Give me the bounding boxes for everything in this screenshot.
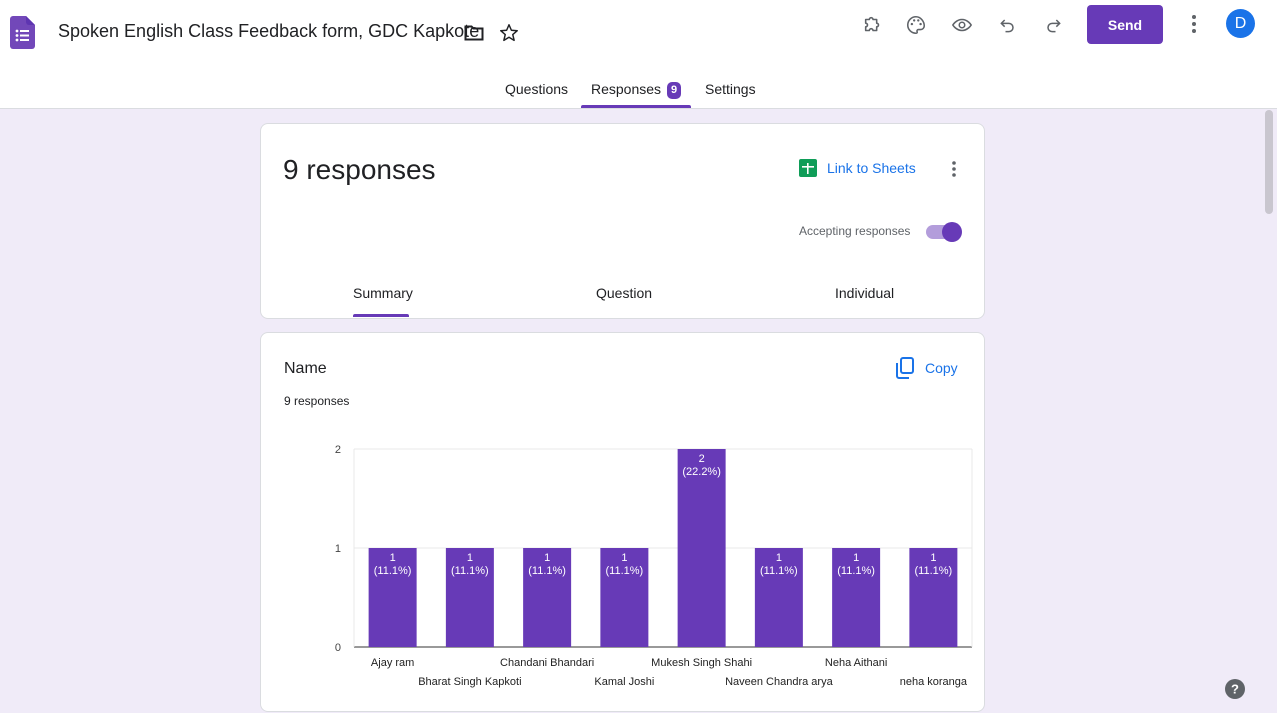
bar-value-label: 1: [467, 552, 473, 564]
x-category-label: Chandani Bhandari: [500, 657, 594, 669]
bar-value-label: 1: [621, 552, 627, 564]
svg-text:?: ?: [1231, 682, 1239, 697]
bar-percent-label: (22.2%): [682, 466, 721, 478]
tab-responses-label: Responses: [591, 81, 662, 97]
avatar[interactable]: D: [1226, 9, 1255, 38]
bar-value-label: 1: [853, 552, 859, 564]
accepting-responses-label: Accepting responses: [799, 224, 911, 238]
bar-percent-label: (11.1%): [760, 565, 798, 577]
bar-percent-label: (11.1%): [528, 565, 566, 577]
response-count: 9 responses: [283, 154, 436, 185]
bar-value-label: 1: [776, 552, 782, 564]
y-tick-label: 1: [335, 543, 341, 555]
x-category-label: Bharat Singh Kapkoti: [418, 676, 521, 688]
folder-icon[interactable]: [463, 22, 485, 44]
bar-percent-label: (11.1%): [606, 565, 644, 577]
chart-bar: [677, 449, 726, 647]
responses-count-badge: 9: [667, 82, 682, 99]
undo-icon[interactable]: [996, 12, 1020, 38]
subtab-question[interactable]: Question: [596, 285, 652, 301]
link-to-sheets-button[interactable]: Link to Sheets: [799, 159, 916, 177]
forms-logo-icon[interactable]: [10, 16, 35, 49]
x-category-label: Kamal Joshi: [594, 676, 654, 688]
scrollbar[interactable]: [1265, 110, 1273, 214]
addon-puzzle-icon[interactable]: [860, 12, 886, 38]
tab-responses[interactable]: Responses 9: [591, 81, 682, 99]
bar-value-label: 1: [930, 552, 936, 564]
link-to-sheets-label: Link to Sheets: [827, 160, 916, 176]
x-category-label: Ajay ram: [371, 657, 414, 669]
bar-percent-label: (11.1%): [915, 565, 953, 577]
bar-value-label: 1: [390, 552, 396, 564]
question-summary-card: Name 9 responses Copy 0 1 2 1 (11.1%) Ajay ra…: [260, 332, 985, 712]
redo-icon[interactable]: [1041, 12, 1065, 38]
bar-value-label: 1: [544, 552, 550, 564]
tab-questions[interactable]: Questions: [505, 81, 568, 97]
responses-summary-card: 9 responses Link to Sheets Accepting res…: [260, 123, 985, 319]
top-bar: Spoken English Class Feedback form, GDC …: [0, 0, 1277, 109]
y-tick-label: 0: [335, 642, 341, 654]
y-tick-label: 2: [335, 444, 341, 456]
subtab-individual[interactable]: Individual: [835, 285, 894, 301]
accepting-responses-toggle[interactable]: [926, 222, 962, 242]
form-title[interactable]: Spoken English Class Feedback form, GDC …: [58, 21, 479, 42]
more-options-icon[interactable]: [944, 157, 964, 181]
star-icon[interactable]: [497, 21, 521, 45]
subtab-summary[interactable]: Summary: [353, 285, 413, 301]
x-category-label: Mukesh Singh Shahi: [651, 657, 752, 669]
bar-value-label: 2: [699, 453, 705, 465]
responses-bar-chart: 0121(11.1%)Ajay ram1(11.1%)Bharat Singh …: [335, 444, 973, 688]
x-category-label: neha koranga: [900, 676, 968, 688]
active-tab-indicator: [581, 105, 691, 108]
sheets-icon: [799, 159, 817, 177]
active-subtab-indicator: [353, 314, 409, 317]
palette-icon[interactable]: [903, 12, 929, 38]
help-icon[interactable]: ?: [1225, 679, 1245, 699]
bar-percent-label: (11.1%): [374, 565, 412, 577]
bar-percent-label: (11.1%): [837, 565, 875, 577]
more-vert-icon[interactable]: [1184, 11, 1204, 37]
x-category-label: Neha Aithani: [825, 657, 887, 669]
bar-percent-label: (11.1%): [451, 565, 489, 577]
tab-settings[interactable]: Settings: [705, 81, 756, 97]
send-button[interactable]: Send: [1087, 5, 1163, 44]
x-category-label: Naveen Chandra arya: [725, 676, 834, 688]
preview-eye-icon[interactable]: [949, 12, 975, 38]
